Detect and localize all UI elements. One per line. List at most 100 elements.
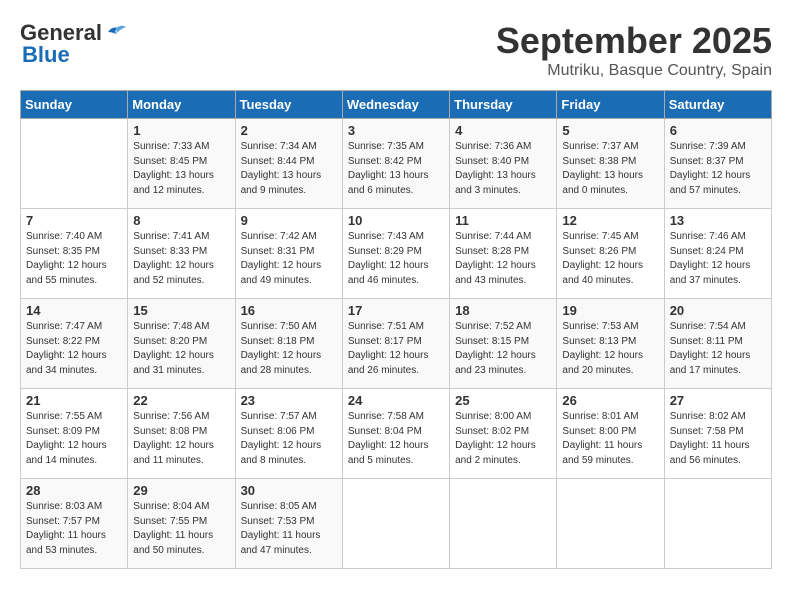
header-day-thursday: Thursday (450, 91, 557, 119)
title-area: September 2025 Mutriku, Basque Country, … (496, 20, 772, 80)
day-number: 27 (670, 393, 766, 408)
calendar-cell: 16 Sunrise: 7:50 AMSunset: 8:18 PMDayligh… (235, 299, 342, 389)
day-info: Sunrise: 7:45 AMSunset: 8:26 PMDaylight:… (562, 230, 658, 288)
calendar-cell: 27 Sunrise: 8:02 AMSunset: 7:58 PMDayligh… (664, 389, 771, 479)
day-number: 23 (241, 393, 337, 408)
calendar-cell (450, 479, 557, 569)
day-number: 11 (455, 213, 551, 228)
day-info: Sunrise: 7:57 AMSunset: 8:06 PMDaylight:… (241, 410, 337, 468)
day-info: Sunrise: 7:37 AMSunset: 8:38 PMDaylight:… (562, 140, 658, 198)
calendar-cell (557, 479, 664, 569)
calendar-cell: 20 Sunrise: 7:54 AMSunset: 8:11 PMDayligh… (664, 299, 771, 389)
day-info: Sunrise: 7:51 AMSunset: 8:17 PMDaylight:… (348, 320, 444, 378)
calendar-cell: 2 Sunrise: 7:34 AMSunset: 8:44 PMDaylight… (235, 119, 342, 209)
day-number: 15 (133, 303, 229, 318)
day-info: Sunrise: 7:42 AMSunset: 8:31 PMDaylight:… (241, 230, 337, 288)
calendar-cell: 25Sunrise: 8:00 AMSunset: 8:02 PMDayligh… (450, 389, 557, 479)
day-info: Sunrise: 7:50 AMSunset: 8:18 PMDaylight:… (241, 320, 337, 378)
day-number: 19 (562, 303, 658, 318)
calendar-cell: 4Sunrise: 7:36 AMSunset: 8:40 PMDaylight… (450, 119, 557, 209)
header-day-friday: Friday (557, 91, 664, 119)
header-day-monday: Monday (128, 91, 235, 119)
calendar-cell: 9 Sunrise: 7:42 AMSunset: 8:31 PMDaylight… (235, 209, 342, 299)
header-day-tuesday: Tuesday (235, 91, 342, 119)
calendar-cell: 5 Sunrise: 7:37 AMSunset: 8:38 PMDaylight… (557, 119, 664, 209)
calendar-week-3: 14 Sunrise: 7:47 AMSunset: 8:22 PMDayligh… (21, 299, 772, 389)
calendar-week-1: 1 Sunrise: 7:33 AMSunset: 8:45 PMDaylight… (21, 119, 772, 209)
calendar-cell (21, 119, 128, 209)
day-info: Sunrise: 7:41 AMSunset: 8:33 PMDaylight:… (133, 230, 229, 288)
calendar-week-2: 7 Sunrise: 7:40 AMSunset: 8:35 PMDaylight… (21, 209, 772, 299)
calendar-cell: 14 Sunrise: 7:47 AMSunset: 8:22 PMDayligh… (21, 299, 128, 389)
header-day-saturday: Saturday (664, 91, 771, 119)
day-info: Sunrise: 7:53 AMSunset: 8:13 PMDaylight:… (562, 320, 658, 378)
calendar-cell: 17Sunrise: 7:51 AMSunset: 8:17 PMDayligh… (342, 299, 449, 389)
day-number: 1 (133, 123, 229, 138)
calendar-cell: 19 Sunrise: 7:53 AMSunset: 8:13 PMDayligh… (557, 299, 664, 389)
day-info: Sunrise: 7:47 AMSunset: 8:22 PMDaylight:… (26, 320, 122, 378)
logo-blue-text: Blue (20, 42, 70, 68)
day-number: 13 (670, 213, 766, 228)
day-info: Sunrise: 7:54 AMSunset: 8:11 PMDaylight:… (670, 320, 766, 378)
day-info: Sunrise: 8:03 AMSunset: 7:57 PMDaylight:… (26, 500, 122, 558)
calendar-table: SundayMondayTuesdayWednesdayThursdayFrid… (20, 90, 772, 569)
calendar-cell: 15 Sunrise: 7:48 AMSunset: 8:20 PMDayligh… (128, 299, 235, 389)
calendar-cell: 22 Sunrise: 7:56 AMSunset: 8:08 PMDayligh… (128, 389, 235, 479)
location: Mutriku, Basque Country, Spain (496, 62, 772, 80)
calendar-cell: 21 Sunrise: 7:55 AMSunset: 8:09 PMDayligh… (21, 389, 128, 479)
day-info: Sunrise: 7:48 AMSunset: 8:20 PMDaylight:… (133, 320, 229, 378)
day-number: 3 (348, 123, 444, 138)
calendar-cell: 10Sunrise: 7:43 AMSunset: 8:29 PMDayligh… (342, 209, 449, 299)
calendar-cell (342, 479, 449, 569)
calendar-cell: 26Sunrise: 8:01 AMSunset: 8:00 PMDayligh… (557, 389, 664, 479)
day-info: Sunrise: 8:01 AMSunset: 8:00 PMDaylight:… (562, 410, 658, 468)
day-info: Sunrise: 7:35 AMSunset: 8:42 PMDaylight:… (348, 140, 444, 198)
calendar-cell: 11 Sunrise: 7:44 AMSunset: 8:28 PMDayligh… (450, 209, 557, 299)
day-number: 22 (133, 393, 229, 408)
calendar-cell: 12 Sunrise: 7:45 AMSunset: 8:26 PMDayligh… (557, 209, 664, 299)
day-info: Sunrise: 7:33 AMSunset: 8:45 PMDaylight:… (133, 140, 229, 198)
day-info: Sunrise: 7:34 AMSunset: 8:44 PMDaylight:… (241, 140, 337, 198)
calendar-cell: 6Sunrise: 7:39 AMSunset: 8:37 PMDaylight… (664, 119, 771, 209)
day-number: 18 (455, 303, 551, 318)
page-header: General Blue September 2025 Mutriku, Bas… (20, 20, 772, 80)
calendar-cell: 29Sunrise: 8:04 AMSunset: 7:55 PMDayligh… (128, 479, 235, 569)
calendar-cell: 1 Sunrise: 7:33 AMSunset: 8:45 PMDaylight… (128, 119, 235, 209)
day-number: 12 (562, 213, 658, 228)
day-info: Sunrise: 7:52 AMSunset: 8:15 PMDaylight:… (455, 320, 551, 378)
calendar-cell: 28 Sunrise: 8:03 AMSunset: 7:57 PMDayligh… (21, 479, 128, 569)
day-number: 20 (670, 303, 766, 318)
calendar-cell: 13Sunrise: 7:46 AMSunset: 8:24 PMDayligh… (664, 209, 771, 299)
day-number: 2 (241, 123, 337, 138)
day-info: Sunrise: 7:44 AMSunset: 8:28 PMDaylight:… (455, 230, 551, 288)
day-number: 9 (241, 213, 337, 228)
calendar-week-4: 21 Sunrise: 7:55 AMSunset: 8:09 PMDayligh… (21, 389, 772, 479)
day-number: 25 (455, 393, 551, 408)
calendar-cell: 30Sunrise: 8:05 AMSunset: 7:53 PMDayligh… (235, 479, 342, 569)
day-number: 28 (26, 483, 122, 498)
calendar-cell: 8Sunrise: 7:41 AMSunset: 8:33 PMDaylight… (128, 209, 235, 299)
calendar-cell (664, 479, 771, 569)
calendar-cell: 23 Sunrise: 7:57 AMSunset: 8:06 PMDayligh… (235, 389, 342, 479)
day-number: 14 (26, 303, 122, 318)
day-number: 5 (562, 123, 658, 138)
day-number: 4 (455, 123, 551, 138)
logo: General Blue (20, 20, 126, 68)
day-number: 16 (241, 303, 337, 318)
calendar-cell: 18 Sunrise: 7:52 AMSunset: 8:15 PMDayligh… (450, 299, 557, 389)
day-number: 10 (348, 213, 444, 228)
calendar-cell: 24Sunrise: 7:58 AMSunset: 8:04 PMDayligh… (342, 389, 449, 479)
header-day-sunday: Sunday (21, 91, 128, 119)
day-info: Sunrise: 8:05 AMSunset: 7:53 PMDaylight:… (241, 500, 337, 558)
day-info: Sunrise: 7:56 AMSunset: 8:08 PMDaylight:… (133, 410, 229, 468)
day-number: 29 (133, 483, 229, 498)
calendar-cell: 3 Sunrise: 7:35 AMSunset: 8:42 PMDaylight… (342, 119, 449, 209)
day-info: Sunrise: 7:55 AMSunset: 8:09 PMDaylight:… (26, 410, 122, 468)
day-info: Sunrise: 7:58 AMSunset: 8:04 PMDaylight:… (348, 410, 444, 468)
header-day-wednesday: Wednesday (342, 91, 449, 119)
month-title: September 2025 (496, 20, 772, 62)
day-number: 7 (26, 213, 122, 228)
day-info: Sunrise: 8:02 AMSunset: 7:58 PMDaylight:… (670, 410, 766, 468)
day-number: 21 (26, 393, 122, 408)
day-info: Sunrise: 7:40 AMSunset: 8:35 PMDaylight:… (26, 230, 122, 288)
